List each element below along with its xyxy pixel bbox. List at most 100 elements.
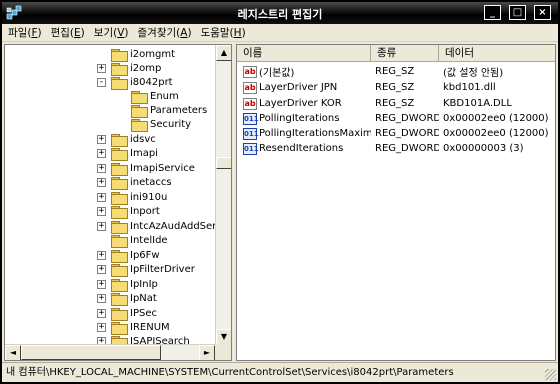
tree-expander[interactable]: +	[97, 148, 106, 158]
value-data: 0x00002ee0 (12000)	[443, 128, 549, 139]
tree-horizontal-scroll-thumb[interactable]	[21, 345, 161, 360]
tree-item-imapiservice[interactable]: + ImapiService	[97, 161, 195, 176]
tree-item-ipnat[interactable]: + IpNat	[97, 291, 157, 306]
column-header-type[interactable]: 종류	[371, 45, 439, 62]
tree-horizontal-scrollbar[interactable]: ◄ ►	[5, 344, 215, 360]
tree-expander[interactable]: +	[97, 134, 106, 144]
tree-expander[interactable]: +	[97, 293, 106, 303]
value-row[interactable]: 011 PollingIterations REG_DWORD 0x00002ee…	[237, 111, 555, 126]
folder-icon	[111, 191, 128, 205]
tree-item-ipsec[interactable]: + IPSec	[97, 306, 157, 321]
tree-item-inport[interactable]: + Inport	[97, 204, 160, 219]
menu-edit[interactable]: 편집(E)	[51, 25, 85, 40]
tree-expander[interactable]: +	[97, 279, 106, 289]
tree-vertical-scroll-thumb[interactable]	[216, 157, 231, 169]
value-type: REG_DWORD	[375, 113, 439, 124]
dword-value-icon: 011	[243, 112, 259, 125]
tree-expander[interactable]: +	[97, 206, 106, 216]
tree-expander[interactable]: +	[97, 163, 106, 173]
string-value-icon: ab	[243, 97, 257, 110]
folder-icon	[111, 176, 128, 190]
values-list-pane[interactable]: 이름 종류 데이터 ab (기본값) REG_SZ (값 설정 안됨) ab Lay…	[236, 44, 556, 361]
folder-icon	[131, 118, 148, 132]
value-row[interactable]: 011PollingIterationsMaximum REG_DWORD 0x…	[237, 126, 555, 141]
value-type: REG_DWORD	[375, 143, 439, 154]
tree-expander[interactable]: -	[97, 77, 106, 87]
tree-item-i2omgmt[interactable]: i2omgmt	[97, 47, 175, 62]
close-button[interactable]: ×	[534, 5, 551, 20]
open-folder-icon	[131, 104, 148, 118]
dword-value-icon: 011	[243, 127, 259, 140]
folder-icon	[111, 234, 128, 248]
resize-grip-icon[interactable]	[545, 369, 556, 380]
scrollbar-corner	[215, 344, 231, 360]
status-bar: 내 컴퓨터\HKEY_LOCAL_MACHINE\SYSTEM\CurrentC…	[2, 362, 558, 382]
dword-value-icon: 011	[243, 142, 259, 155]
tree-expander[interactable]: +	[97, 177, 106, 187]
maximize-button[interactable]: □	[509, 5, 526, 20]
folder-icon	[111, 133, 128, 147]
tree-item-inetaccs[interactable]: + inetaccs	[97, 175, 172, 190]
key-tree: i2omgmt + i2omp - i8042prt Enum Parameters…	[5, 45, 215, 345]
tree-item-intelide[interactable]: IntelIde	[97, 233, 168, 248]
scroll-left-arrow-icon[interactable]: ◄	[5, 345, 21, 360]
value-row[interactable]: ab LayerDriver KOR REG_SZ KBD101A.DLL	[237, 96, 555, 111]
tree-expander[interactable]: +	[97, 63, 106, 73]
tree-vertical-scrollbar[interactable]: ▲ ▼	[215, 45, 231, 345]
folder-icon	[111, 307, 128, 321]
tree-expander	[97, 50, 106, 59]
tree-item-ipinip[interactable]: + IpInIp	[97, 277, 158, 292]
title-bar[interactable]: 레지스트리 편집기 _ □ ×	[2, 2, 558, 24]
tree-item-enum[interactable]: Enum	[131, 89, 179, 104]
tree-item-ipfilterdriver[interactable]: + IpFilterDriver	[97, 262, 195, 277]
tree-expander[interactable]: +	[97, 264, 106, 274]
tree-item-intcazaudaddservi[interactable]: +IntcAzAudAddServi	[97, 219, 215, 234]
tree-item-imapi[interactable]: + Imapi	[97, 146, 158, 161]
scroll-up-arrow-icon[interactable]: ▲	[216, 45, 231, 61]
folder-icon	[111, 162, 128, 176]
value-type: REG_DWORD	[375, 128, 439, 139]
menu-help[interactable]: 도움말(H)	[201, 25, 246, 40]
status-key-path: 내 컴퓨터\HKEY_LOCAL_MACHINE\SYSTEM\CurrentC…	[6, 367, 454, 378]
value-name: PollingIterationsMaximum	[259, 128, 371, 139]
scroll-right-arrow-icon[interactable]: ►	[199, 345, 215, 360]
value-name: (기본값)	[259, 68, 295, 79]
menu-view[interactable]: 보기(V)	[94, 25, 129, 40]
tree-expander[interactable]: +	[97, 322, 106, 332]
value-row[interactable]: ab (기본값) REG_SZ (값 설정 안됨)	[237, 64, 555, 79]
tree-item-i2omp[interactable]: + i2omp	[97, 61, 161, 76]
value-data: 0x00002ee0 (12000)	[443, 113, 549, 124]
value-name: PollingIterations	[259, 113, 340, 124]
tree-item-parameters[interactable]: Parameters	[131, 103, 207, 118]
column-header-data[interactable]: 데이터	[439, 45, 555, 62]
list-header: 이름 종류 데이터	[237, 45, 555, 62]
minimize-button[interactable]: _	[484, 5, 501, 20]
tree-expander[interactable]: +	[97, 192, 106, 202]
menu-file[interactable]: 파일(F)	[8, 25, 42, 40]
value-type: REG_SZ	[375, 98, 415, 109]
tree-item-ini910u[interactable]: + ini910u	[97, 190, 167, 205]
tree-expander[interactable]: +	[97, 308, 106, 318]
column-header-name[interactable]: 이름	[237, 45, 371, 62]
folder-icon	[111, 278, 128, 292]
folder-icon	[111, 62, 128, 76]
value-data: KBD101A.DLL	[443, 98, 512, 109]
value-name: ResendIterations	[259, 143, 344, 154]
value-row[interactable]: ab LayerDriver JPN REG_SZ kbd101.dll	[237, 80, 555, 95]
value-type: REG_SZ	[375, 82, 415, 93]
menu-favorites[interactable]: 즐겨찾기(A)	[138, 25, 192, 40]
value-row[interactable]: 011 ResendIterations REG_DWORD 0x00000003…	[237, 141, 555, 156]
tree-item-ip6fw[interactable]: + Ip6Fw	[97, 248, 160, 263]
scroll-down-arrow-icon[interactable]: ▼	[216, 329, 231, 345]
tree-item-idsvc[interactable]: + idsvc	[97, 132, 156, 147]
tree-expander[interactable]: +	[97, 250, 106, 260]
tree-item-irenum[interactable]: + IRENUM	[97, 320, 170, 335]
tree-expander[interactable]: +	[97, 221, 106, 231]
key-tree-pane[interactable]: i2omgmt + i2omp - i8042prt Enum Parameters…	[4, 44, 232, 361]
tree-expander	[97, 236, 106, 245]
folder-icon	[111, 292, 128, 306]
tree-item-security[interactable]: Security	[131, 117, 191, 132]
folder-icon	[111, 249, 128, 263]
value-name: LayerDriver KOR	[259, 98, 342, 109]
tree-item-i8042prt[interactable]: - i8042prt	[97, 75, 173, 90]
